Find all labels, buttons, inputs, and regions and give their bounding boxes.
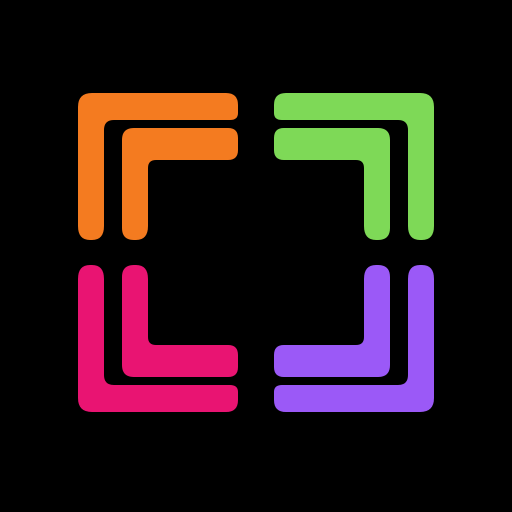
corner-top-left-icon <box>78 93 238 240</box>
corner-top-right-icon <box>274 93 434 240</box>
four-corner-bracket-logo <box>78 93 434 412</box>
app-icon-canvas <box>0 0 512 512</box>
corner-bottom-left-icon <box>78 265 238 412</box>
corner-bottom-right-icon <box>274 265 434 412</box>
